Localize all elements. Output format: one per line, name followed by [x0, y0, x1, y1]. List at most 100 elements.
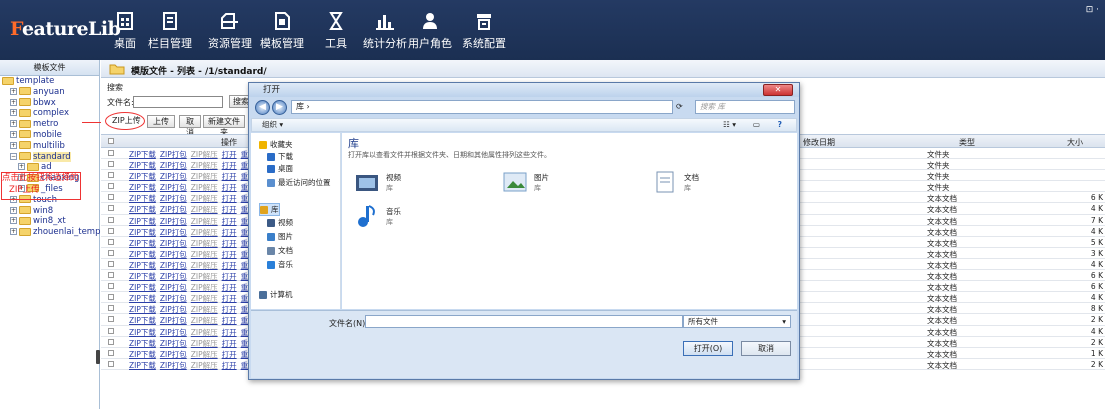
row-op-link[interactable]: 打开: [222, 350, 237, 359]
row-op-link[interactable]: 打开: [222, 172, 237, 181]
logout-icon[interactable]: ⊡ ·: [1086, 5, 1099, 15]
row-op-link[interactable]: ZIP打包: [160, 283, 187, 292]
row-op-link[interactable]: ZIP解压: [191, 194, 218, 203]
nav-column[interactable]: 栏目管理: [140, 8, 200, 51]
back-icon[interactable]: ◀: [255, 100, 270, 115]
expand-icon[interactable]: +: [18, 163, 25, 171]
library-item[interactable]: 文档库: [652, 169, 699, 197]
row-op-link[interactable]: ZIP解压: [191, 217, 218, 226]
nav-user[interactable]: 用户角色: [400, 8, 460, 51]
row-op-link[interactable]: ZIP打包: [160, 172, 187, 181]
dialog-nav-item[interactable]: 桌面: [267, 163, 293, 174]
filetype-select[interactable]: 所有文件 ▾: [683, 315, 791, 328]
row-checkbox[interactable]: [108, 249, 114, 256]
row-checkbox[interactable]: [108, 338, 114, 345]
row-op-link[interactable]: ZIP解压: [191, 272, 218, 281]
row-op-link[interactable]: ZIP打包: [160, 183, 187, 192]
tree-item[interactable]: + metro: [0, 119, 99, 130]
row-op-link[interactable]: 打开: [222, 239, 237, 248]
row-op-link[interactable]: ZIP下载: [129, 305, 156, 314]
row-checkbox[interactable]: [108, 260, 114, 267]
view-icon[interactable]: ☷ ▾: [723, 119, 736, 131]
row-checkbox[interactable]: [108, 216, 114, 223]
row-op-link[interactable]: ZIP打包: [160, 328, 187, 337]
row-op-link[interactable]: ZIP下载: [129, 205, 156, 214]
tree-item[interactable]: + win8: [0, 206, 99, 217]
dialog-search-input[interactable]: 搜索 库: [695, 100, 795, 114]
row-op-link[interactable]: ZIP解压: [191, 261, 218, 270]
row-op-link[interactable]: ZIP下载: [129, 283, 156, 292]
library-item[interactable]: 音乐库: [354, 203, 401, 231]
row-checkbox[interactable]: [108, 205, 114, 212]
row-op-link[interactable]: ZIP下载: [129, 294, 156, 303]
row-op-link[interactable]: 打开: [222, 328, 237, 337]
expand-icon[interactable]: +: [10, 109, 17, 117]
row-op-link[interactable]: ZIP解压: [191, 250, 218, 259]
row-op-link[interactable]: ZIP解压: [191, 305, 218, 314]
dialog-nav-item[interactable]: 收藏夹: [259, 139, 293, 150]
row-op-link[interactable]: ZIP解压: [191, 161, 218, 170]
expand-icon[interactable]: +: [10, 217, 17, 225]
row-checkbox[interactable]: [108, 227, 114, 234]
row-op-link[interactable]: ZIP打包: [160, 150, 187, 159]
expand-icon[interactable]: −: [10, 152, 17, 160]
row-op-link[interactable]: ZIP打包: [160, 316, 187, 325]
row-checkbox[interactable]: [108, 349, 114, 356]
row-op-link[interactable]: ZIP打包: [160, 205, 187, 214]
row-op-link[interactable]: 打开: [222, 261, 237, 270]
row-op-link[interactable]: ZIP下载: [129, 361, 156, 370]
tree-item[interactable]: + multilib: [0, 141, 99, 152]
dialog-nav-item[interactable]: 计算机: [259, 289, 293, 300]
row-op-link[interactable]: 打开: [222, 217, 237, 226]
row-op-link[interactable]: ZIP下载: [129, 161, 156, 170]
row-op-link[interactable]: ZIP打包: [160, 161, 187, 170]
library-item[interactable]: 图片库: [502, 169, 549, 197]
row-op-link[interactable]: ZIP下载: [129, 183, 156, 192]
preview-pane-icon[interactable]: ▭: [753, 119, 760, 131]
row-checkbox[interactable]: [108, 283, 114, 290]
row-op-link[interactable]: ZIP下载: [129, 217, 156, 226]
expand-icon[interactable]: +: [10, 120, 17, 128]
row-op-link[interactable]: ZIP下载: [129, 316, 156, 325]
row-op-link[interactable]: ZIP打包: [160, 239, 187, 248]
nav-resource[interactable]: 资源管理: [200, 8, 260, 51]
dialog-nav-item[interactable]: 库: [259, 203, 280, 216]
row-op-link[interactable]: ZIP下载: [129, 250, 156, 259]
row-checkbox[interactable]: [108, 327, 114, 334]
row-op-link[interactable]: 打开: [222, 150, 237, 159]
row-op-link[interactable]: 打开: [222, 183, 237, 192]
organize-menu[interactable]: 组织 ▾: [262, 120, 283, 129]
tree-item[interactable]: − standard: [0, 151, 99, 163]
row-op-link[interactable]: 打开: [222, 339, 237, 348]
row-op-link[interactable]: 打开: [222, 305, 237, 314]
row-op-link[interactable]: 打开: [222, 283, 237, 292]
row-op-link[interactable]: ZIP下载: [129, 172, 156, 181]
row-op-link[interactable]: ZIP解压: [191, 205, 218, 214]
expand-icon[interactable]: +: [10, 206, 17, 214]
header-modified[interactable]: 修改日期: [803, 137, 835, 148]
row-op-link[interactable]: 打开: [222, 294, 237, 303]
row-checkbox[interactable]: [108, 172, 114, 179]
row-op-link[interactable]: ZIP下载: [129, 194, 156, 203]
select-all-checkbox[interactable]: [108, 138, 114, 144]
row-checkbox[interactable]: [108, 238, 114, 245]
forward-icon[interactable]: ▶: [272, 100, 287, 115]
row-op-link[interactable]: ZIP解压: [191, 283, 218, 292]
row-op-link[interactable]: ZIP下载: [129, 272, 156, 281]
row-checkbox[interactable]: [108, 360, 114, 367]
help-icon[interactable]: ?: [778, 119, 782, 131]
row-checkbox[interactable]: [108, 294, 114, 301]
row-checkbox[interactable]: [108, 183, 114, 190]
row-op-link[interactable]: ZIP打包: [160, 339, 187, 348]
row-checkbox[interactable]: [108, 150, 114, 156]
row-op-link[interactable]: ZIP下载: [129, 150, 156, 159]
row-op-link[interactable]: ZIP打包: [160, 250, 187, 259]
dialog-nav-item[interactable]: 图片: [267, 231, 293, 242]
nav-config[interactable]: 系统配置: [454, 8, 514, 51]
tree-item[interactable]: + mobile: [0, 130, 99, 141]
tree-item[interactable]: + win8_xt: [0, 216, 99, 227]
dialog-nav-item[interactable]: 音乐: [267, 259, 293, 270]
row-op-link[interactable]: 打开: [222, 194, 237, 203]
tree-item[interactable]: + bbwx: [0, 98, 99, 109]
tree-item[interactable]: + anyuan: [0, 87, 99, 98]
